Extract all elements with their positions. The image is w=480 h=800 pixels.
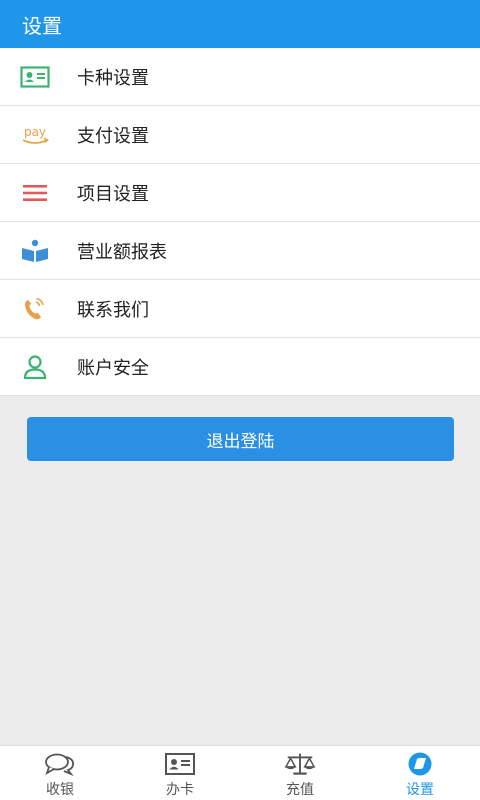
pay-icon: pay bbox=[18, 118, 52, 152]
menu-item-payment[interactable]: pay 支付设置 bbox=[0, 106, 480, 164]
page-title: 设置 bbox=[22, 13, 62, 38]
tab-label: 设置 bbox=[406, 782, 434, 798]
book-icon bbox=[18, 234, 52, 268]
logout-button[interactable]: 退出登陆 bbox=[27, 417, 454, 461]
card-icon bbox=[164, 752, 196, 776]
app-header: 设置 bbox=[0, 0, 480, 48]
pay-icon-text: pay bbox=[24, 125, 46, 139]
menu-item-project[interactable]: 项目设置 bbox=[0, 164, 480, 222]
tab-recharge[interactable]: 充值 bbox=[240, 746, 360, 800]
menu-item-label: 营业额报表 bbox=[77, 241, 167, 263]
tab-label: 办卡 bbox=[166, 782, 194, 798]
scale-icon bbox=[284, 752, 316, 776]
menu-item-label: 账户安全 bbox=[77, 357, 149, 379]
settings-menu: 卡种设置 pay 支付设置 项目设置 营业额报表 联系我们 账户安全 bbox=[0, 48, 480, 396]
menu-item-label: 联系我们 bbox=[77, 299, 149, 321]
tab-settings[interactable]: 设置 bbox=[360, 746, 480, 800]
menu-item-label: 卡种设置 bbox=[77, 67, 149, 89]
menu-item-card-type[interactable]: 卡种设置 bbox=[0, 48, 480, 106]
chat-icon bbox=[44, 752, 76, 776]
menu-item-contact[interactable]: 联系我们 bbox=[0, 280, 480, 338]
tab-label: 收银 bbox=[46, 782, 74, 798]
tab-card[interactable]: 办卡 bbox=[120, 746, 240, 800]
menu-item-revenue-report[interactable]: 营业额报表 bbox=[0, 222, 480, 280]
user-icon bbox=[18, 350, 52, 384]
logout-container: 退出登陆 bbox=[27, 417, 454, 461]
menu-item-account-security[interactable]: 账户安全 bbox=[0, 338, 480, 396]
tab-cashier[interactable]: 收银 bbox=[0, 746, 120, 800]
id-card-icon bbox=[18, 60, 52, 94]
tab-label: 充值 bbox=[286, 782, 314, 798]
menu-item-label: 支付设置 bbox=[77, 125, 149, 147]
menu-item-label: 项目设置 bbox=[77, 183, 149, 205]
list-icon bbox=[18, 176, 52, 210]
bottom-tab-bar: 收银 办卡 充值 设置 bbox=[0, 745, 480, 800]
phone-icon bbox=[18, 292, 52, 326]
settings-icon bbox=[404, 752, 436, 776]
